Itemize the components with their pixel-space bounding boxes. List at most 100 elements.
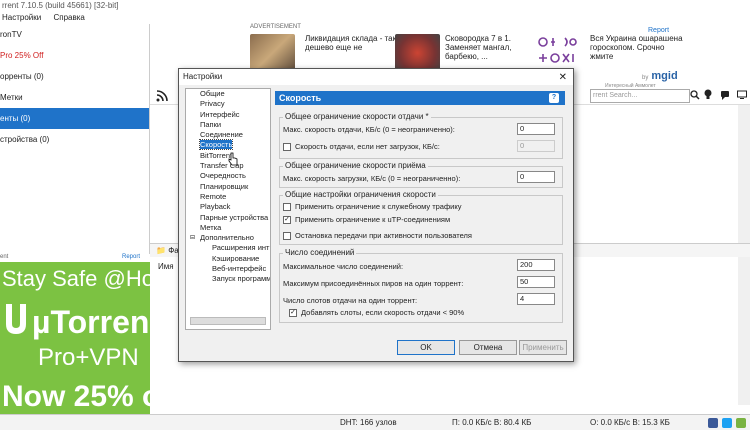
max-connections-label: Максимальное число соединений: <box>283 262 404 271</box>
upload-group-title: Общее ограничение скорости отдачи * <box>283 112 431 121</box>
general-group-title: Общие настройки ограничения скорости <box>283 190 438 199</box>
tree-item-label: Дополнительно <box>200 233 254 243</box>
menu-help[interactable]: Справка <box>53 13 84 22</box>
tree-item-speed[interactable]: Скорость <box>186 139 270 151</box>
sidebar-item-labels[interactable]: Метки <box>0 87 149 108</box>
menu-settings[interactable]: Настройки <box>2 13 41 22</box>
upload-slots-input[interactable]: 4 <box>517 293 555 305</box>
tree-item-label: Интерфейс <box>200 109 240 119</box>
tree-item-label: Соединение <box>200 130 243 140</box>
side-ad-report-link[interactable]: Report <box>122 254 140 260</box>
tree-item-connection[interactable]: Соединение <box>186 130 270 140</box>
overhead-checkbox[interactable] <box>283 203 291 211</box>
tree-item-privacy[interactable]: Privacy <box>186 99 270 109</box>
upload-slots-label: Число слотов отдачи на один торрент: <box>283 296 418 305</box>
mgid-brand: mgid <box>651 70 678 82</box>
user-activity-label: Остановка передачи при активности пользо… <box>295 231 472 240</box>
collapse-icon[interactable]: ⊟ <box>190 233 195 243</box>
sidebar-item-feeds[interactable]: енты (0) <box>0 108 149 129</box>
sidebar-item-torrents[interactable]: орренты (0) <box>0 66 149 87</box>
utp-checkbox[interactable]: ✓ <box>283 216 291 224</box>
lightbulb-icon[interactable] <box>703 89 713 104</box>
tree-item-folders[interactable]: Папки <box>186 120 270 130</box>
sidebar-item-devices[interactable]: стройства (0) <box>0 129 149 150</box>
side-ad-banner[interactable]: Stay Safe @Ho µTorren Pro+VPN Now 25% o <box>0 262 150 420</box>
dialog-title: Настройки ✕ <box>179 69 573 85</box>
status-dht: DHT: 166 узлов <box>340 418 397 427</box>
max-upload-input[interactable]: 0 <box>517 123 555 135</box>
max-peers-input[interactable]: 50 <box>517 276 555 288</box>
monitor-icon[interactable] <box>737 89 747 104</box>
max-download-label: Макс. скорость загрузки, КБ/с (0 = неогр… <box>283 174 461 183</box>
rss-icon[interactable] <box>156 90 168 102</box>
ad-card-horoscope[interactable]: Вся Украина ошарашена гороскопом. Срочно… <box>590 34 685 61</box>
status-download: П: 0.0 КБ/с В: 80.4 КБ <box>452 418 532 427</box>
status-upload: О: 0.0 КБ/с В: 15.3 КБ <box>590 418 670 427</box>
tree-item-label: Метка <box>200 222 222 232</box>
tree-item-label: Планировщик <box>200 181 249 191</box>
tree-item-general[interactable]: Общие <box>186 89 270 99</box>
twitter-icon[interactable] <box>722 418 732 428</box>
tree-item-ui-extras[interactable]: Расширения инт <box>186 243 270 253</box>
tree-item-label: Папки <box>200 119 222 129</box>
extra-slots-checkbox[interactable]: ✓ <box>289 309 297 317</box>
sidebar-item-pro-offer[interactable]: Pro 25% Off <box>0 45 149 66</box>
utorrent-logo-icon <box>6 304 26 334</box>
max-download-input[interactable]: 0 <box>517 171 555 183</box>
alt-upload-input[interactable]: 0 <box>517 140 555 152</box>
ad-card-pan[interactable]: Сковородка 7 в 1. Заменяет мангал, барбе… <box>445 34 540 61</box>
max-connections-input[interactable]: 200 <box>517 259 555 271</box>
tree-horizontal-scrollbar[interactable] <box>190 317 266 325</box>
tree-item-web-ui[interactable]: Веб-интерфейс <box>186 264 270 274</box>
facebook-icon[interactable] <box>708 418 718 428</box>
hand-cursor-icon <box>228 152 238 166</box>
apply-button[interactable]: Применить <box>519 340 567 355</box>
ad-image-pan[interactable] <box>395 34 440 72</box>
sidebar-item-rontv[interactable]: ronTV <box>0 24 149 45</box>
top-ad-label: ADVERTISEMENT <box>250 24 301 30</box>
tree-item-label: Парные устройства <box>200 212 269 222</box>
dialog-title-text: Настройки <box>183 72 223 81</box>
tree-item-scheduler[interactable]: Планировщик <box>186 182 270 192</box>
side-ad-label-text: ent <box>0 254 9 260</box>
overhead-label: Применить ограничение к служебному трафи… <box>295 202 462 211</box>
tree-item-label: Скорость <box>198 139 234 151</box>
search-icon[interactable] <box>690 89 702 103</box>
search-input[interactable]: rrent Search... <box>590 89 690 103</box>
tree-item-queueing[interactable]: Очередность <box>186 171 270 181</box>
tree-item-label: Remote <box>200 191 227 201</box>
user-activity-checkbox[interactable] <box>283 232 291 240</box>
tree-item-advanced[interactable]: ⊟ Дополнительно <box>186 233 270 243</box>
extra-slots-label: Добавлять слоты, если скорость отдачи < … <box>301 308 465 317</box>
tree-item-run-program[interactable]: Запуск программ <box>186 274 270 284</box>
android-icon[interactable] <box>736 418 746 428</box>
cancel-button[interactable]: Отмена <box>459 340 517 355</box>
menu-bar: Настройки Справка <box>0 12 750 24</box>
tree-item-paired-devices[interactable]: Парные устройства <box>186 213 270 223</box>
status-bar: DHT: 166 узлов П: 0.0 КБ/с В: 80.4 КБ О:… <box>0 414 750 430</box>
alt-upload-checkbox[interactable] <box>283 143 291 151</box>
tree-item-label[interactable]: Метка <box>186 223 270 233</box>
tree-item-interface[interactable]: Интерфейс <box>186 110 270 120</box>
side-ad-line4: Now 25% o <box>2 380 150 413</box>
sidebar: ronTV Pro 25% Off орренты (0) Метки енты… <box>0 24 150 254</box>
help-icon[interactable]: ? <box>549 93 559 103</box>
zodiac-icon[interactable] <box>535 34 580 72</box>
tab-files[interactable]: 📁 Фа <box>156 246 179 255</box>
tree-item-playback[interactable]: Playback <box>186 202 270 212</box>
tree-item-label: Запуск программ <box>212 274 271 284</box>
chat-icon[interactable] <box>720 89 730 104</box>
tree-item-caching[interactable]: Кэширование <box>186 254 270 264</box>
tree-item-remote[interactable]: Remote <box>186 192 270 202</box>
close-icon[interactable]: ✕ <box>559 70 567 86</box>
max-upload-label: Макс. скорость отдачи, КБ/с (0 = неогран… <box>283 125 455 134</box>
ok-button[interactable]: OK <box>397 340 455 355</box>
ad-card-sale[interactable]: Ликвидация склада - так дешево еще не <box>305 34 400 52</box>
window-title: rrent 7.10.5 (build 45661) [32-bit] <box>0 0 750 12</box>
ad-image-sale[interactable] <box>250 34 295 72</box>
side-ad-line3: Pro+VPN <box>38 344 139 371</box>
side-ad-line2: µTorren <box>32 304 150 340</box>
mgid-logo: by mgid <box>642 70 678 82</box>
settings-dialog: Настройки ✕ Общие Privacy Интерфейс Папк… <box>178 68 574 362</box>
tree-item-label: Очередность <box>200 171 246 181</box>
